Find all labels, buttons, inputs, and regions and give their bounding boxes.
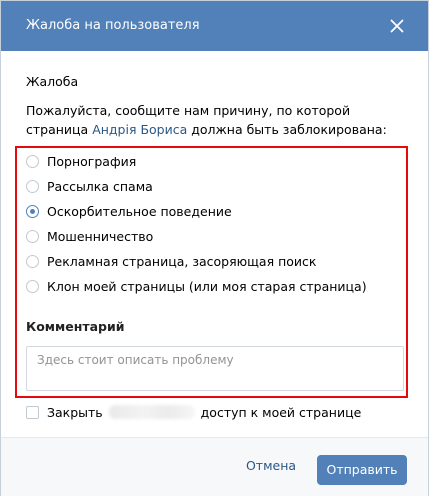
intro-text-end: должна быть заблокирована: [187,122,387,137]
reason-label: Мошенничество [47,229,154,244]
reason-label: Клон моей страницы (или моя старая стран… [47,279,367,294]
report-intro-text: Пожалуйста, сообщите нам причину, по кот… [26,101,406,139]
reason-label: Оскорбительное поведение [47,204,232,219]
reason-label: Порнография [47,154,137,169]
close-access-label-start: Закрыть [47,405,103,420]
reported-user-link[interactable]: Андрія Бориса [92,122,187,137]
report-user-dialog: Жалоба на пользователя Жалоба Пожалуйста… [0,0,429,496]
close-icon[interactable] [385,14,409,38]
submit-button[interactable]: Отправить [317,455,407,485]
reason-label: Рекламная страница, засоряющая поиск [47,254,317,269]
close-access-checkbox[interactable] [26,406,39,419]
cancel-button[interactable]: Отмена [241,456,301,476]
section-title: Жалоба [26,74,79,89]
dialog-title: Жалоба на пользователя [26,18,200,33]
comment-textarea[interactable] [26,346,404,391]
reason-label: Рассылка спама [47,179,153,194]
comment-title: Комментарий [26,319,125,334]
radio-button[interactable] [26,180,39,193]
radio-button[interactable] [26,255,39,268]
radio-button[interactable] [26,230,39,243]
dialog-header: Жалоба на пользователя [1,1,428,51]
close-access-label-end: доступ к моей странице [200,405,362,420]
radio-button[interactable] [26,155,39,168]
radio-button-selected[interactable] [26,205,39,218]
dialog-footer: Отмена Отправить [1,437,428,496]
redacted-text [108,405,195,419]
radio-button[interactable] [26,280,39,293]
close-access-label: Закрыть доступ к моей странице [47,405,361,421]
